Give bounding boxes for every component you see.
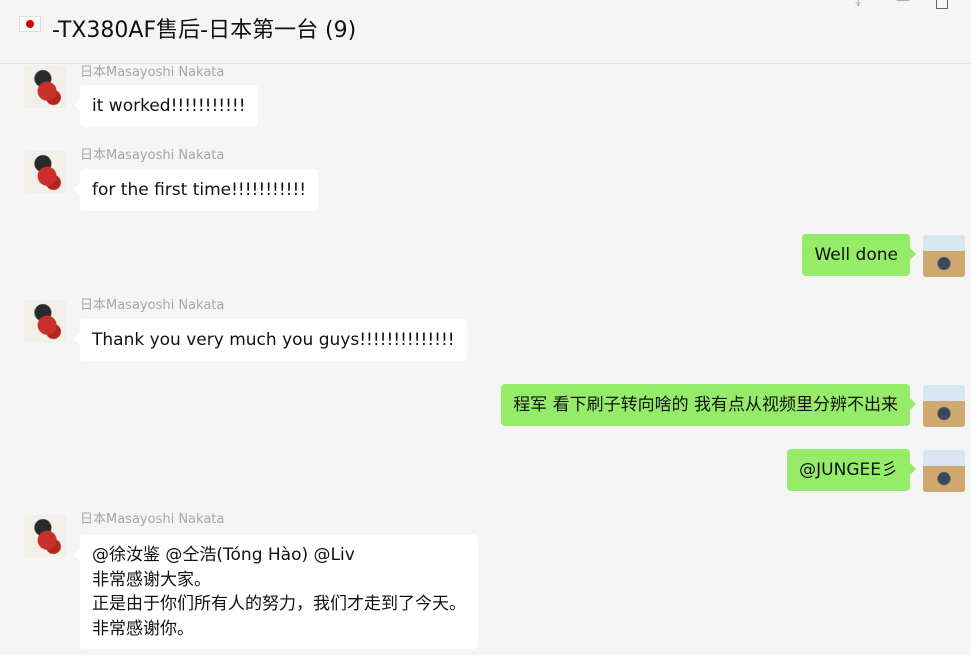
message-line: 非常感谢你。: [92, 618, 194, 639]
avatar[interactable]: [24, 300, 66, 342]
maximize-icon[interactable]: [936, 0, 948, 9]
message-bubble[interactable]: 程军 看下刷子转向啥的 我有点从视频里分辨不出来: [501, 384, 916, 426]
message-line: @徐汝鉴 @仝浩(Tóng Hào) @Liv: [92, 545, 355, 565]
minimize-icon[interactable]: —: [896, 0, 910, 8]
chat-header: -TX380AF售后-日本第一台 (9) ⍖ —: [0, 0, 971, 64]
avatar[interactable]: [24, 66, 66, 108]
sender-name: 日本Masayoshi Nakata: [80, 512, 225, 527]
message-line: 非常感谢大家。: [92, 569, 211, 590]
message-bubble[interactable]: Thank you very much you guys!!!!!!!!!!!!…: [74, 319, 467, 361]
message-list[interactable]: 日本Masayoshi Nakata it worked!!!!!!!!!!! …: [0, 64, 971, 655]
avatar[interactable]: [24, 515, 66, 557]
sender-name: 日本Masayoshi Nakata: [80, 148, 225, 163]
avatar[interactable]: [923, 450, 965, 492]
message-bubble[interactable]: @徐汝鉴 @仝浩(Tóng Hào) @Liv 非常感谢大家。 正是由于你们所有…: [74, 535, 478, 649]
message-line: 正是由于你们所有人的努力，我们才走到了今天。: [92, 594, 466, 614]
avatar[interactable]: [923, 235, 965, 277]
sender-name: 日本Masayoshi Nakata: [80, 298, 225, 313]
message-bubble[interactable]: Well done: [802, 234, 916, 276]
avatar[interactable]: [923, 385, 965, 427]
japan-flag-icon: [19, 16, 41, 32]
chat-title: -TX380AF售后-日本第一台 (9): [52, 18, 357, 43]
message-bubble[interactable]: @JUNGEE彡: [787, 449, 916, 491]
message-bubble[interactable]: it worked!!!!!!!!!!!: [74, 85, 258, 127]
pin-icon[interactable]: ⍖: [854, 0, 862, 11]
avatar[interactable]: [24, 151, 66, 193]
sender-name: 日本Masayoshi Nakata: [80, 65, 225, 80]
message-bubble[interactable]: for the first time!!!!!!!!!!!: [73, 169, 319, 211]
